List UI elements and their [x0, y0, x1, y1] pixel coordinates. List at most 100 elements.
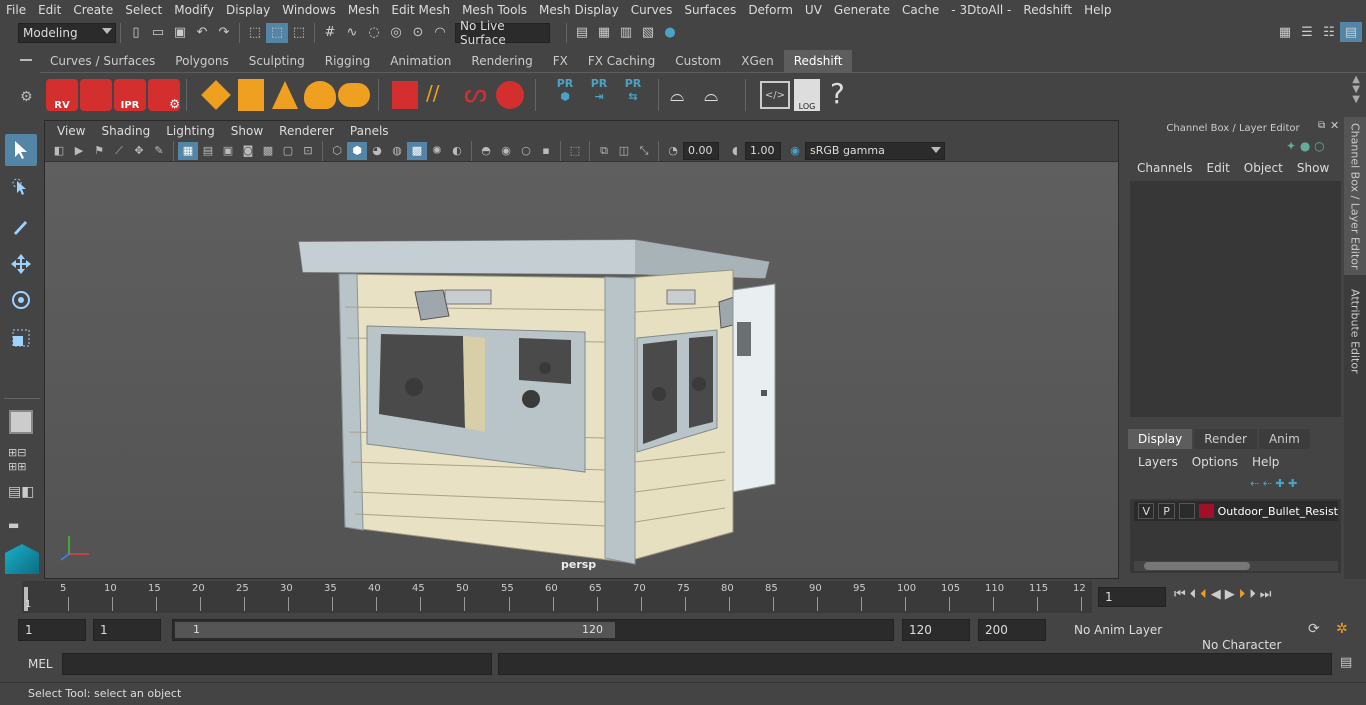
range-slider-handle[interactable]: 1 120 — [175, 622, 615, 638]
menu-mesh-display[interactable]: Mesh Display — [533, 0, 625, 20]
channel-box-toggle-icon[interactable]: ▤ — [1340, 22, 1362, 42]
viewport-menu-panels[interactable]: Panels — [342, 124, 397, 138]
2d-pan-icon[interactable]: ✥ — [129, 142, 149, 160]
graph-layout-icon[interactable]: ▬ — [8, 518, 19, 532]
layer-tab-anim[interactable]: Anim — [1258, 429, 1310, 449]
workspace-icon[interactable]: ▦ — [1274, 22, 1296, 42]
timeline-track[interactable]: 1 5 10 15 20 25 30 35 40 45 50 55 60 65 70 75 80 85 90 95 1… — [22, 581, 1092, 613]
single-view-layout-icon[interactable] — [5, 406, 37, 438]
layer-name[interactable]: Outdoor_Bullet_Resist — [1218, 505, 1338, 518]
redshift-render-icon[interactable] — [80, 79, 112, 111]
menu-create[interactable]: Create — [67, 0, 119, 20]
menu-display[interactable]: Display — [220, 0, 276, 20]
menu-surfaces[interactable]: Surfaces — [678, 0, 742, 20]
camera-select-icon[interactable]: ◧ — [49, 142, 69, 160]
xray-components-icon[interactable]: ⤡ — [634, 142, 654, 160]
channel-box-menu-channels[interactable]: Channels — [1130, 161, 1200, 175]
snap-grid-icon[interactable]: # — [319, 23, 341, 43]
menu-select[interactable]: Select — [119, 0, 168, 20]
channel-box-menu-edit[interactable]: Edit — [1200, 161, 1237, 175]
step-back-frame-icon[interactable]: ⏴ — [1200, 587, 1207, 602]
redshift-sphere-icon[interactable] — [496, 81, 524, 109]
resolution-gate-icon[interactable]: ▣ — [218, 142, 238, 160]
snap-point-icon[interactable]: ◌ — [363, 23, 385, 43]
script-editor-button-icon[interactable]: ▤ — [1340, 655, 1352, 670]
animation-prefs-icon[interactable]: ✲ — [1336, 621, 1348, 637]
rotate-tool-icon[interactable] — [5, 284, 37, 316]
shelf-tab-custom[interactable]: Custom — [665, 50, 731, 72]
current-frame-field[interactable]: 1 — [1098, 587, 1166, 607]
tool-settings-toggle-icon[interactable]: ☷ — [1318, 22, 1340, 42]
bookmark-icon[interactable]: ⚑ — [89, 142, 109, 160]
default-material-icon[interactable]: ◍ — [387, 142, 407, 160]
anim-layer-dropdown[interactable]: No Anim Layer — [1052, 619, 1174, 641]
auto-key-icon[interactable]: ⟳ — [1308, 621, 1320, 637]
menu-windows[interactable]: Windows — [276, 0, 342, 20]
play-backwards-icon[interactable]: ◀ — [1211, 587, 1221, 602]
shelf-tab-fx[interactable]: FX — [543, 50, 578, 72]
menu-generate[interactable]: Generate — [828, 0, 896, 20]
range-slider[interactable]: 1 120 — [172, 619, 894, 641]
animation-start-field[interactable]: 1 — [18, 619, 86, 641]
redo-icon[interactable]: ↷ — [213, 23, 235, 43]
select-tool-icon[interactable] — [5, 134, 37, 166]
select-object-icon[interactable]: ⬚ — [266, 22, 288, 43]
redshift-dome-icon[interactable] — [304, 81, 336, 109]
bake-settings-icon[interactable]: ⌓ — [704, 85, 736, 107]
lasso-tool-icon[interactable] — [5, 172, 37, 204]
side-tab-channel-box[interactable]: Channel Box / Layer Editor — [1344, 117, 1366, 275]
safe-action-icon[interactable]: ▢ — [278, 142, 298, 160]
xray-joints-icon[interactable]: ◫ — [614, 142, 634, 160]
redshift-hair-icon[interactable]: // — [426, 81, 456, 109]
layer-tab-render[interactable]: Render — [1194, 429, 1257, 449]
undo-icon[interactable]: ↶ — [191, 23, 213, 43]
layer-color-swatch[interactable] — [1199, 504, 1214, 518]
snap-view-icon[interactable]: ⊙ — [407, 23, 429, 43]
shelf-scroll-icon[interactable]: ▲ ▼ ▼ — [1352, 75, 1360, 105]
menu-mesh-tools[interactable]: Mesh Tools — [456, 0, 533, 20]
viewport-menu-renderer[interactable]: Renderer — [271, 124, 342, 138]
depth-of-field-icon[interactable]: ▪ — [536, 142, 556, 160]
redshift-light-icon[interactable] — [272, 81, 298, 109]
menu-redshift[interactable]: Redshift — [1017, 0, 1078, 20]
shelf-tab-animation[interactable]: Animation — [380, 50, 461, 72]
colorspace-dropdown[interactable]: sRGB gamma — [805, 141, 945, 160]
step-forward-frame-icon[interactable]: ⏵ — [1239, 587, 1246, 602]
shelf-tab-polygons[interactable]: Polygons — [165, 50, 238, 72]
textured-icon[interactable]: ▩ — [407, 141, 427, 160]
new-scene-icon[interactable]: ▯ — [125, 23, 147, 43]
select-component-icon[interactable]: ⬚ — [288, 23, 310, 43]
field-chart-icon[interactable]: ▩ — [258, 142, 278, 160]
attribute-editor-toggle-icon[interactable]: ☰ — [1296, 22, 1318, 42]
outliner-layout-icon[interactable]: ▤◧ — [8, 484, 34, 500]
bake-icon[interactable]: ⌓ — [670, 85, 702, 107]
ipr-render-icon[interactable]: ▥ — [615, 23, 637, 43]
gamma-field[interactable]: 1.00 — [745, 141, 781, 160]
viewport-menu-view[interactable]: View — [49, 124, 93, 138]
gate-mask-icon[interactable]: ◙ — [238, 142, 258, 160]
mel-label[interactable]: MEL — [28, 657, 53, 671]
go-to-start-icon[interactable]: ⏮ — [1174, 587, 1186, 602]
redshift-proxy-icon[interactable] — [201, 80, 231, 110]
menu-modify[interactable]: Modify — [168, 0, 220, 20]
script-editor-icon[interactable]: </> — [760, 81, 790, 109]
shelf-tab-rendering[interactable]: Rendering — [461, 50, 542, 72]
render-view-icon[interactable]: ▤ — [571, 23, 593, 43]
menu-cache[interactable]: Cache — [896, 0, 945, 20]
float-panel-icon[interactable]: ⧉ — [1318, 120, 1325, 131]
shelf-tab-curves-surfaces[interactable]: Curves / Surfaces — [40, 50, 165, 72]
camera-attributes-icon[interactable]: ▶ — [69, 142, 89, 160]
film-gate-icon[interactable]: ▤ — [198, 142, 218, 160]
wireframe-icon[interactable]: ⬡ — [327, 142, 347, 160]
save-scene-icon[interactable]: ▣ — [169, 23, 191, 43]
shelf-settings-icon[interactable]: ⚙ — [20, 89, 33, 105]
redshift-ipr-icon[interactable]: IPR — [114, 79, 146, 111]
step-forward-key-icon[interactable]: ⏵ — [1249, 587, 1256, 602]
shelf-tab-rigging[interactable]: Rigging — [315, 50, 380, 72]
layer-buttons[interactable]: ⇠ ⇠ ✚ ✚ — [1250, 477, 1297, 490]
four-view-layout-icon[interactable]: ⊞⊟ ⊞⊞ — [8, 446, 26, 474]
shelf-tab-redshift[interactable]: Redshift — [783, 50, 853, 72]
channel-box-menu-object[interactable]: Object — [1237, 161, 1290, 175]
grease-pencil-icon[interactable]: ✎ — [149, 142, 169, 160]
layer-playback-toggle[interactable]: P — [1158, 503, 1175, 519]
